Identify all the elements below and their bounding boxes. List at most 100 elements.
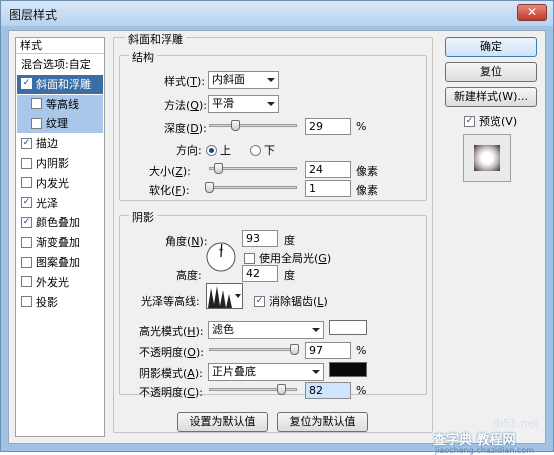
gloss-contour-picker[interactable] <box>206 283 243 309</box>
dialog-client: 样式 混合选项:自定 ✓ 斜面和浮雕 等高线 纹理 ✓ 描边 内阴影 内发光 ✓ 光泽 ✓ 颜色叠加 渐变… <box>8 30 546 455</box>
direction-down-radio[interactable]: 下 <box>250 142 275 158</box>
style-list-item[interactable]: 内阴影 <box>17 154 103 173</box>
soften-slider-thumb[interactable] <box>205 182 214 193</box>
shadow-mode-select[interactable]: 正片叠底 <box>208 363 324 381</box>
style-checkbox[interactable] <box>31 117 42 129</box>
style-checkbox[interactable] <box>21 236 32 248</box>
style-checkbox[interactable] <box>21 296 32 308</box>
ok-button[interactable]: 确定 <box>445 37 537 57</box>
technique-select[interactable]: 平滑 <box>208 95 279 113</box>
chevron-down-icon <box>235 294 241 298</box>
style-list-label: 描边 <box>36 137 58 151</box>
shadow-opacity-unit: % <box>356 384 367 397</box>
style-list-label: 颜色叠加 <box>36 216 80 230</box>
shadow-color-swatch[interactable] <box>329 362 367 377</box>
style-list-label: 内阴影 <box>36 157 69 170</box>
contour-thumbnail-icon <box>208 284 234 308</box>
highlight-mode-select[interactable]: 滤色 <box>208 321 324 339</box>
style-checkbox[interactable] <box>21 177 32 189</box>
new-style-button[interactable]: 新建样式(W)... <box>445 87 537 107</box>
anti-alias-checkbox[interactable]: ✓ 消除锯齿(L) <box>254 293 328 309</box>
highlight-opacity-thumb[interactable] <box>290 344 300 355</box>
style-list-item[interactable]: ✓ 颜色叠加 <box>17 213 103 232</box>
chevron-down-icon <box>312 328 320 332</box>
preview-swatch-image <box>474 145 500 171</box>
style-list-item[interactable]: 渐变叠加 <box>17 233 103 252</box>
soften-label: 软化(F): <box>149 184 190 197</box>
soften-input[interactable]: 1 <box>305 180 351 197</box>
highlight-color-swatch[interactable] <box>329 320 367 335</box>
close-icon: ✕ <box>526 5 538 19</box>
style-list-label: 斜面和浮雕 <box>36 77 91 91</box>
gloss-contour-label: 光泽等高线: <box>141 295 200 308</box>
highlight-opacity-slider[interactable] <box>209 344 300 356</box>
direction-label: 方向: <box>176 144 202 157</box>
style-checkbox[interactable]: ✓ <box>21 197 32 209</box>
highlight-opacity-input[interactable]: 97 <box>305 342 351 359</box>
radio-down[interactable] <box>250 144 261 156</box>
make-default-button[interactable]: 设置为默认值 <box>177 412 268 432</box>
depth-slider[interactable] <box>209 120 297 132</box>
style-list-item[interactable]: 等高线 <box>17 94 103 114</box>
chevron-down-icon <box>267 102 275 106</box>
layer-style-dialog: 图层样式 ✕ 样式 混合选项:自定 ✓ 斜面和浮雕 等高线 纹理 ✓ 描边 内阴影 内发光 ✓ 光泽… <box>0 0 554 455</box>
style-select[interactable]: 内斜面 <box>208 71 279 89</box>
size-unit: 像素 <box>356 165 378 178</box>
highlight-opacity-label: 不透明度(O): <box>139 346 204 359</box>
style-checkbox[interactable] <box>21 256 32 268</box>
global-light-box[interactable] <box>244 252 255 264</box>
style-checkbox[interactable]: ✓ <box>21 78 32 90</box>
depth-slider-thumb[interactable] <box>230 120 240 131</box>
style-label: 样式(T): <box>164 75 206 88</box>
reset-button[interactable]: 复位 <box>445 62 537 82</box>
radio-up[interactable] <box>206 144 217 156</box>
close-button[interactable]: ✕ <box>517 4 547 21</box>
style-list-item[interactable]: ✓ 描边 <box>17 134 103 153</box>
size-slider-thumb[interactable] <box>213 163 223 174</box>
style-list-item[interactable]: ✓ 光泽 <box>17 194 103 213</box>
style-list-item[interactable]: 投影 <box>17 293 103 312</box>
shadow-opacity-input[interactable]: 82 <box>305 382 351 399</box>
structure-title: 结构 <box>129 49 157 65</box>
style-checkbox[interactable] <box>31 98 42 110</box>
angle-dial[interactable]: + <box>205 241 237 273</box>
style-list-label: 内发光 <box>36 176 69 190</box>
style-checkbox[interactable] <box>21 276 32 288</box>
preview-thumbnail <box>463 134 511 182</box>
global-light-checkbox[interactable]: 使用全局光(G) <box>244 250 331 266</box>
style-checkbox[interactable]: ✓ <box>21 216 32 228</box>
shadow-opacity-label: 不透明度(C): <box>139 386 203 399</box>
preview-checkbox[interactable]: ✓ 预览(V) <box>464 113 517 129</box>
depth-input[interactable]: 29 <box>305 118 351 135</box>
preview-box[interactable]: ✓ <box>464 115 475 127</box>
anti-alias-box[interactable]: ✓ <box>254 295 265 307</box>
size-slider[interactable] <box>209 163 297 175</box>
style-list-item[interactable]: 混合选项:自定 <box>17 55 103 74</box>
style-list-item[interactable]: ✓ 斜面和浮雕 <box>17 74 103 94</box>
shadow-opacity-thumb[interactable] <box>277 384 287 395</box>
style-list-label: 光泽 <box>36 196 58 210</box>
angle-label: 角度(N): <box>165 235 208 248</box>
style-list-item[interactable]: 纹理 <box>17 114 103 134</box>
shading-title: 阴影 <box>129 209 157 225</box>
title-bar[interactable]: 图层样式 ✕ <box>1 1 553 26</box>
altitude-input[interactable]: 42 <box>242 265 278 282</box>
style-list-item[interactable]: 内发光 <box>17 174 103 193</box>
style-checkbox[interactable] <box>21 157 32 169</box>
soften-unit: 像素 <box>356 184 378 197</box>
style-list-label: 渐变叠加 <box>36 236 80 250</box>
reset-default-button[interactable]: 复位为默认值 <box>277 412 368 432</box>
direction-up-radio[interactable]: 上 <box>206 142 231 158</box>
svg-text:+: + <box>218 246 224 254</box>
soften-slider[interactable] <box>205 182 297 194</box>
depth-label: 深度(D): <box>164 122 207 135</box>
styles-list: 样式 混合选项:自定 ✓ 斜面和浮雕 等高线 纹理 ✓ 描边 内阴影 内发光 ✓ 光泽 ✓ 颜色叠加 渐变… <box>15 37 105 437</box>
style-checkbox[interactable]: ✓ <box>21 137 32 149</box>
size-input[interactable]: 24 <box>305 161 351 178</box>
style-list-item[interactable]: 外发光 <box>17 273 103 292</box>
highlight-mode-label: 高光模式(H): <box>139 325 204 338</box>
angle-input[interactable]: 93 <box>242 230 278 247</box>
shadow-opacity-slider[interactable] <box>209 384 297 396</box>
style-list-item[interactable]: 图案叠加 <box>17 253 103 272</box>
chevron-down-icon <box>312 370 320 374</box>
